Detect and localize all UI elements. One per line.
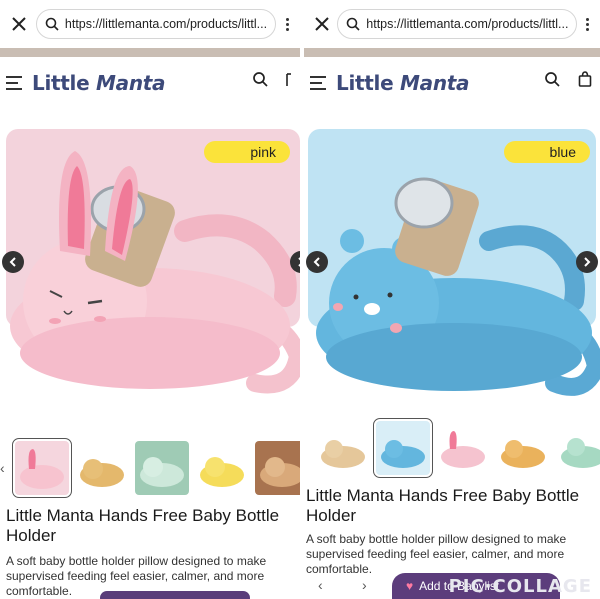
thumbnail-green[interactable] (134, 441, 189, 495)
site-header: Little Manta (304, 57, 600, 109)
pink-bunny-plush (10, 151, 300, 394)
blue-bear-plush (316, 177, 600, 396)
thumbnail-yellow[interactable] (194, 441, 249, 495)
left-screenshot: https://littlemanta.com/products/littl..… (0, 0, 300, 599)
menu-icon[interactable] (310, 76, 328, 90)
more-icon[interactable] (280, 17, 294, 31)
product-title: Little Manta Hands Free Baby Bottle Hold… (306, 486, 580, 525)
more-icon[interactable] (581, 17, 594, 31)
cart-icon[interactable] (286, 71, 292, 87)
announcement-band (0, 48, 300, 57)
url-bar[interactable]: https://littlemanta.com/products/littl..… (35, 9, 277, 39)
search-icon[interactable] (252, 71, 268, 87)
menu-icon[interactable] (6, 76, 24, 90)
add-to-cart-button[interactable] (100, 591, 250, 599)
search-icon[interactable] (544, 71, 560, 87)
right-screenshot: https://littlemanta.com/products/littl..… (304, 0, 600, 599)
thumbnail-brown[interactable] (254, 441, 300, 495)
chevron-left-icon[interactable] (2, 251, 24, 273)
thumbnail-green[interactable] (556, 421, 600, 475)
thumbnail-blue[interactable] (373, 418, 433, 478)
thumbnail-orange[interactable] (496, 421, 550, 475)
search-icon (45, 17, 59, 31)
announcement-band (304, 48, 600, 57)
thumbnail-pink[interactable] (436, 421, 490, 475)
close-icon[interactable] (6, 11, 32, 37)
logo[interactable]: Little Manta (336, 71, 470, 95)
chevron-right-icon[interactable]: › (362, 577, 367, 593)
search-icon (346, 17, 360, 31)
browser-toolbar: https://littlemanta.com/products/littl..… (0, 0, 300, 48)
watermark: PIC·COLLAGE (448, 576, 592, 597)
url-bar[interactable]: https://littlemanta.com/products/littl..… (337, 9, 578, 39)
close-icon[interactable] (310, 11, 333, 37)
heart-icon: ♥ (406, 579, 414, 593)
cart-icon[interactable] (578, 71, 592, 87)
thumbnail-pink[interactable] (11, 438, 72, 498)
url-text: https://littlemanta.com/products/littl..… (366, 17, 569, 31)
browser-toolbar: https://littlemanta.com/products/littl..… (304, 0, 600, 48)
thumbnail-tan[interactable] (74, 441, 129, 495)
chevron-right-icon[interactable] (576, 251, 598, 273)
product-image[interactable]: pink (0, 121, 300, 431)
site-header: Little Manta (0, 57, 300, 109)
thumbnail-tan[interactable] (316, 421, 370, 475)
product-description: A soft baby bottle holder pillow designe… (306, 532, 567, 576)
thumbnail-strip: ‹ (0, 438, 300, 498)
product-title: Little Manta Hands Free Baby Bottle Hold… (6, 506, 280, 545)
product-image[interactable]: blue (304, 121, 600, 431)
thumbnail-strip (316, 418, 600, 478)
url-text: https://littlemanta.com/products/littl..… (64, 17, 268, 31)
chevron-left-icon[interactable]: ‹ (0, 460, 5, 476)
chevron-left-icon[interactable] (306, 251, 328, 273)
logo[interactable]: Little Manta (32, 71, 166, 95)
chevron-left-icon[interactable]: ‹ (318, 577, 323, 593)
